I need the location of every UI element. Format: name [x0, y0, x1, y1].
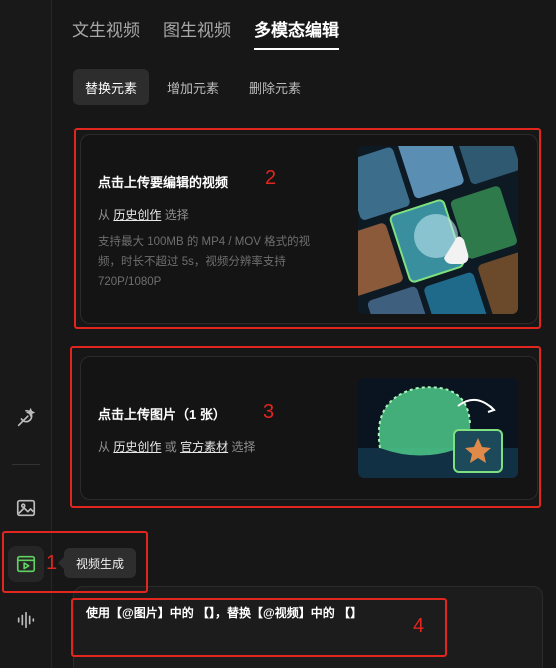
subtab-add[interactable]: 增加元素: [155, 69, 231, 105]
annotation-box-3: [70, 346, 541, 508]
annotation-box-1: [2, 531, 148, 593]
edit-subtabs: 替换元素 增加元素 删除元素: [73, 69, 319, 105]
tab-text-to-video[interactable]: 文生视频: [72, 16, 140, 48]
image-icon[interactable]: [8, 490, 44, 526]
subtab-replace[interactable]: 替换元素: [73, 69, 150, 105]
annotation-box-2: [74, 128, 541, 329]
annotation-label-1: 1: [46, 552, 58, 574]
magic-wand-icon[interactable]: [8, 400, 44, 436]
annotation-label-3: 3: [263, 401, 275, 423]
tab-image-to-video[interactable]: 图生视频: [163, 16, 231, 48]
mode-tabs: 文生视频 图生视频 多模态编辑: [72, 16, 362, 50]
subtab-delete[interactable]: 删除元素: [237, 69, 313, 105]
audio-wave-icon[interactable]: [8, 602, 44, 638]
annotation-box-4: [71, 598, 447, 657]
annotation-label-4: 4: [413, 615, 425, 637]
tab-multimodal-edit[interactable]: 多模态编辑: [254, 16, 339, 50]
annotation-label-2: 2: [265, 167, 277, 189]
